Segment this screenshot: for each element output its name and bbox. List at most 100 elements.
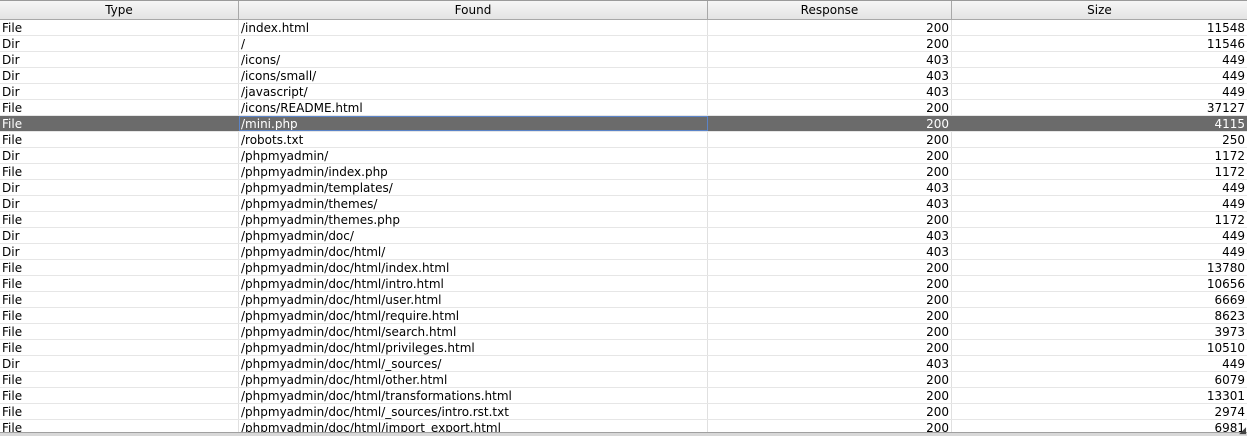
table-row[interactable]: File/phpmyadmin/doc/html/index.html 200 13… (0, 260, 1247, 276)
results-table: Type Found Response Size File/index.html… (0, 0, 1247, 436)
cell-found: /phpmyadmin/doc/html/user.html (239, 292, 708, 307)
cell-type: Dir (0, 356, 239, 371)
cell-size: 449 (1222, 229, 1245, 243)
table-row[interactable]: File/phpmyadmin/doc/html/privileges.html… (0, 340, 1247, 356)
cell-response: 403 (708, 356, 952, 371)
table-header: Type Found Response Size (0, 1, 1247, 20)
table-row[interactable]: Dir/icons/403 449 (0, 52, 1247, 68)
cell-found: /phpmyadmin/doc/html/intro.html (239, 276, 708, 291)
column-header-found[interactable]: Found (239, 1, 708, 19)
cell-size: 11548 (1206, 21, 1245, 35)
table-body: File/index.html 200 11548 Dir/200 11546 Dir/i… (0, 20, 1247, 436)
cell-found: /phpmyadmin/doc/html/_sources/intro.rst.… (239, 404, 708, 419)
cell-found: /phpmyadmin/index.php (239, 164, 708, 179)
column-header-size[interactable]: Size (952, 1, 1247, 19)
table-row[interactable]: File/phpmyadmin/doc/html/_sources/intro.… (0, 404, 1247, 420)
cell-size: 449 (1222, 53, 1245, 67)
cell-type: File (0, 388, 239, 403)
table-row[interactable]: Dir/phpmyadmin/200 1172 (0, 148, 1247, 164)
cell-type: Dir (0, 148, 239, 163)
cell-found: /phpmyadmin/templates/ (239, 180, 708, 195)
table-row[interactable]: Dir/phpmyadmin/doc/403 449 (0, 228, 1247, 244)
cell-type: File (0, 292, 239, 307)
cell-found: /phpmyadmin/doc/html/index.html (239, 260, 708, 275)
cell-found: /phpmyadmin/doc/html/transformations.htm… (239, 388, 708, 403)
table-row[interactable]: Dir/phpmyadmin/themes/403 449 (0, 196, 1247, 212)
cell-response: 200 (708, 100, 952, 115)
table-row[interactable]: Dir/icons/small/403 449 (0, 68, 1247, 84)
table-row[interactable]: Dir/phpmyadmin/doc/html/_sources/403 449 (0, 356, 1247, 372)
cell-response: 200 (708, 404, 952, 419)
cell-size: 13780 (1206, 261, 1245, 275)
cell-size: 4115 (1214, 117, 1245, 131)
cell-size: 10656 (1206, 277, 1245, 291)
cell-type: Dir (0, 196, 239, 211)
cell-type: File (0, 324, 239, 339)
cell-response: 200 (708, 212, 952, 227)
table-row[interactable]: File/index.html 200 11548 (0, 20, 1247, 36)
table-row[interactable]: File/phpmyadmin/doc/html/other.html 200 60… (0, 372, 1247, 388)
cell-size: 8623 (1214, 309, 1245, 323)
cell-type: File (0, 340, 239, 355)
cell-response: 403 (708, 228, 952, 243)
table-row[interactable]: File/mini.php 200 4115 (0, 116, 1247, 132)
table-row[interactable]: File/robots.txt 200 250 (0, 132, 1247, 148)
cell-found: /phpmyadmin/doc/ (239, 228, 708, 243)
table-row[interactable]: Dir/phpmyadmin/doc/html/403 449 (0, 244, 1247, 260)
cell-response: 403 (708, 196, 952, 211)
cell-size: 2974 (1214, 405, 1245, 419)
table-row[interactable]: File/phpmyadmin/doc/html/intro.html 200 10… (0, 276, 1247, 292)
table-row[interactable]: File/phpmyadmin/doc/html/user.html 200 666… (0, 292, 1247, 308)
cell-response: 403 (708, 84, 952, 99)
cell-found: /phpmyadmin/doc/html/search.html (239, 324, 708, 339)
cell-found: /phpmyadmin/themes/ (239, 196, 708, 211)
table-row[interactable]: File/phpmyadmin/doc/html/search.html 200 3… (0, 324, 1247, 340)
cell-size: 6669 (1214, 293, 1245, 307)
cell-size: 449 (1222, 245, 1245, 259)
cell-found: / (239, 36, 708, 51)
cell-type: Dir (0, 36, 239, 51)
cell-size: 3973 (1214, 325, 1245, 339)
cell-found: /phpmyadmin/doc/html/other.html (239, 372, 708, 387)
cell-type: File (0, 132, 239, 147)
table-row[interactable]: File/phpmyadmin/doc/html/require.html 200… (0, 308, 1247, 324)
cell-response: 200 (708, 132, 952, 147)
resize-grip-icon[interactable]: ◢ (1239, 427, 1246, 436)
cell-type: File (0, 100, 239, 115)
cell-found: /phpmyadmin/themes.php (239, 212, 708, 227)
table-row[interactable]: Dir/javascript/403 449 (0, 84, 1247, 100)
cell-response: 200 (708, 20, 952, 35)
cell-size: 250 (1222, 133, 1245, 147)
table-row[interactable]: Dir/phpmyadmin/templates/403 449 (0, 180, 1247, 196)
cell-response: 200 (708, 308, 952, 323)
cell-response: 200 (708, 340, 952, 355)
cell-response: 200 (708, 372, 952, 387)
cell-response: 403 (708, 244, 952, 259)
cell-response: 200 (708, 276, 952, 291)
table-row[interactable]: Dir/200 11546 (0, 36, 1247, 52)
column-header-response[interactable]: Response (708, 1, 952, 19)
cell-type: Dir (0, 228, 239, 243)
cell-size: 37127 (1206, 101, 1245, 115)
cell-found: /phpmyadmin/ (239, 148, 708, 163)
table-row[interactable]: File/icons/README.html 200 37127 (0, 100, 1247, 116)
cell-size: 449 (1222, 85, 1245, 99)
cell-type: File (0, 212, 239, 227)
cell-response: 200 (708, 116, 952, 131)
table-row[interactable]: File/phpmyadmin/doc/html/transformations… (0, 388, 1247, 404)
table-row[interactable]: File/phpmyadmin/themes.php 200 1172 (0, 212, 1247, 228)
cell-response: 200 (708, 292, 952, 307)
cell-response: 200 (708, 148, 952, 163)
table-row[interactable]: File/phpmyadmin/index.php 200 1172 (0, 164, 1247, 180)
cell-found: /phpmyadmin/doc/html/require.html (239, 308, 708, 323)
cell-type: File (0, 404, 239, 419)
column-header-type[interactable]: Type (0, 1, 239, 19)
cell-response: 200 (708, 36, 952, 51)
cell-found: /phpmyadmin/doc/html/_sources/ (239, 356, 708, 371)
cell-found: /phpmyadmin/doc/html/privileges.html (239, 340, 708, 355)
horizontal-scrollbar[interactable] (0, 432, 1247, 436)
cell-found: /icons/ (239, 52, 708, 67)
cell-size: 11546 (1206, 37, 1245, 51)
cell-size: 449 (1222, 181, 1245, 195)
cell-type: Dir (0, 84, 239, 99)
